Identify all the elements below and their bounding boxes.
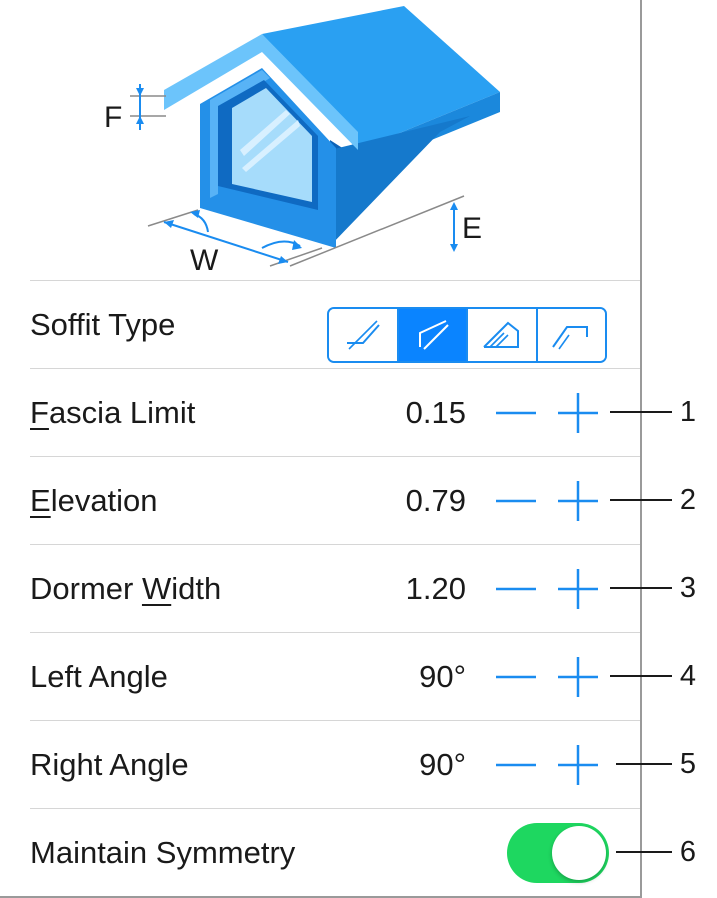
soffit-type-2[interactable] (396, 309, 466, 361)
left-angle-increment-button[interactable] (558, 657, 598, 697)
maintain-symmetry-label: Maintain Symmetry (30, 835, 296, 870)
label-part: Left Angle (30, 659, 168, 694)
dormer-settings-panel: F E W Soffit Type Fascia Limit 0.15 Elev… (0, 0, 642, 898)
soffit-sloped-icon (419, 320, 449, 350)
fascia-label: F (104, 101, 122, 134)
fascia-limit-decrement-button[interactable] (496, 393, 536, 433)
label-part: Dormer (30, 571, 142, 606)
plus-icon (558, 657, 598, 697)
left-angle-label: Left Angle (30, 633, 168, 721)
left-angle-arc (193, 213, 209, 233)
plus-icon (558, 393, 598, 433)
callout-number-3: 3 (679, 572, 697, 604)
left-angle-row: Left Angle 90° (30, 632, 640, 721)
plus-icon (558, 569, 598, 609)
fascia-arrow-down (136, 88, 144, 96)
fascia-limit-label: Fascia Limit (30, 369, 195, 457)
callout-number-4: 4 (679, 660, 697, 692)
fascia-limit-value: 0.15 (405, 395, 466, 430)
right-angle-increment-button[interactable] (558, 745, 598, 785)
dormer-illustration: F E W (0, 0, 640, 280)
dormer-width-value: 1.20 (405, 571, 466, 606)
width-ext-line-left (147, 209, 199, 227)
width-arrow-left (164, 220, 174, 228)
label-access-key: E (30, 483, 51, 518)
elevation-label: Elevation (30, 457, 158, 545)
label-access-key: F (30, 395, 49, 430)
elevation-label: E (462, 212, 482, 245)
dormer-width-decrement-button[interactable] (496, 569, 536, 609)
elevation-value: 0.79 (405, 483, 466, 518)
soffit-type-segmented-control (327, 307, 607, 363)
fascia-limit-row: Fascia Limit 0.15 (30, 368, 640, 457)
elevation-arrow-down (450, 244, 458, 252)
dormer-width-row: Dormer Width 1.20 (30, 544, 640, 633)
right-angle-label: Right Angle (30, 721, 189, 809)
label-part: idth (171, 571, 222, 606)
callout-number-5: 5 (679, 748, 697, 780)
right-angle-arc-arrow (292, 240, 302, 250)
elevation-decrement-button[interactable] (496, 481, 536, 521)
dormer-width-increment-button[interactable] (558, 569, 598, 609)
label-part: levation (50, 483, 158, 518)
soffit-type-4[interactable] (535, 309, 605, 361)
maintain-symmetry-row: Maintain Symmetry (30, 808, 640, 897)
soffit-type-1[interactable] (329, 309, 397, 361)
elevation-row: Elevation 0.79 (30, 456, 640, 545)
toggle-knob (552, 826, 606, 880)
minus-icon (496, 499, 536, 503)
left-angle-value: 90° (419, 659, 466, 694)
width-label: W (190, 244, 219, 277)
right-angle-decrement-button[interactable] (496, 745, 536, 785)
soffit-type-label: Soffit Type (30, 307, 176, 342)
minus-icon (496, 411, 536, 415)
plus-icon (558, 481, 598, 521)
label-part: Right Angle (30, 747, 189, 782)
elevation-increment-button[interactable] (558, 481, 598, 521)
minus-icon (496, 587, 536, 591)
fascia-arrow-up (136, 116, 144, 124)
soffit-type-row: Soffit Type (30, 280, 640, 369)
fascia-limit-increment-button[interactable] (558, 393, 598, 433)
callout-number-2: 2 (679, 484, 697, 516)
dormer-diagram: F E W (104, 6, 500, 277)
label-access-key: W (141, 571, 172, 606)
maintain-symmetry-toggle[interactable] (507, 823, 609, 883)
minus-icon (496, 675, 536, 679)
soffit-type-3[interactable] (466, 309, 536, 361)
plus-icon (558, 745, 598, 785)
left-angle-decrement-button[interactable] (496, 657, 536, 697)
callout-number-6: 6 (679, 836, 697, 868)
soffit-straight-icon (346, 320, 380, 350)
right-angle-row: Right Angle 90° (30, 720, 640, 809)
elevation-arrow-up (450, 202, 458, 210)
soffit-open-icon (552, 326, 589, 350)
right-angle-value: 90° (419, 747, 466, 782)
label-part: ascia Limit (48, 395, 196, 430)
dormer-width-label: Dormer Width (30, 545, 221, 633)
minus-icon (496, 763, 536, 767)
soffit-boxed-icon (483, 321, 519, 348)
callout-number-1: 1 (679, 396, 697, 428)
